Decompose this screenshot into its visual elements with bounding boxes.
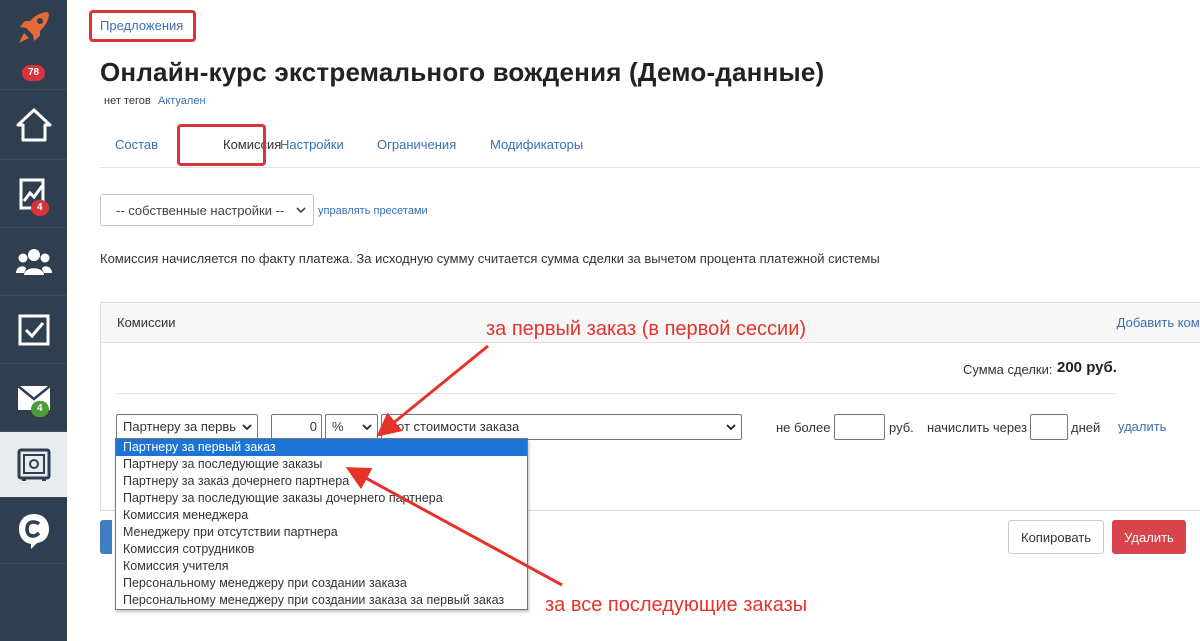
add-commission-link[interactable]: Добавить комиссию: [1117, 315, 1200, 330]
home-icon: [16, 108, 51, 141]
sidebar: 78 4 4: [0, 0, 67, 641]
breadcrumb-link[interactable]: Предложения: [100, 18, 183, 33]
tab-restrictions[interactable]: Ограничения: [377, 137, 456, 152]
commission-base-select[interactable]: от стоимости заказа: [381, 414, 742, 440]
status-link[interactable]: Актуален: [158, 95, 206, 107]
dropdown-option[interactable]: Партнеру за первый заказ: [116, 439, 527, 456]
tags-label: нет тегов: [104, 95, 151, 107]
chevron-down-icon: [296, 207, 306, 214]
commission-type-dropdown[interactable]: Партнеру за первый заказ Партнеру за пос…: [115, 438, 528, 610]
copy-button[interactable]: Копировать: [1008, 520, 1104, 554]
sidebar-item-chat[interactable]: [0, 498, 67, 564]
preset-select-value: -- собственные настройки --: [116, 203, 285, 218]
delete-button[interactable]: Удалить: [1112, 520, 1186, 554]
rocket-icon: [18, 12, 49, 43]
commission-note: Комиссия начисляется по факту платежа. З…: [100, 251, 880, 266]
currency-label: руб.: [889, 420, 914, 435]
commission-unit-select[interactable]: %: [325, 414, 378, 440]
dropdown-option[interactable]: Комиссия менеджера: [116, 507, 527, 524]
chevron-down-icon: [362, 424, 372, 431]
delete-commission-link[interactable]: удалить: [1118, 419, 1166, 434]
save-button[interactable]: [100, 520, 112, 554]
dropdown-option[interactable]: Комиссия сотрудников: [116, 541, 527, 558]
tab-settings[interactable]: Настройки: [280, 137, 344, 152]
stats-badge: 4: [31, 200, 49, 216]
dropdown-option[interactable]: Партнеру за последующие заказы: [116, 456, 527, 473]
sidebar-item-home[interactable]: [0, 90, 67, 160]
annotation-first-order: за первый заказ (в первой сессии): [486, 318, 807, 340]
commissions-title: Комиссии: [117, 315, 176, 330]
commission-amount-input[interactable]: 0: [271, 414, 322, 440]
sidebar-item-sales[interactable]: [0, 432, 67, 498]
annotation-subsequent-orders: за все последующие заказы: [545, 594, 808, 616]
checkbox-icon: [18, 314, 49, 345]
users-icon: [15, 248, 52, 275]
commission-type-select[interactable]: Партнеру за первь: [116, 414, 258, 440]
sidebar-item-mail[interactable]: 4: [0, 364, 67, 432]
chevron-down-icon: [242, 424, 252, 431]
tab-modifiers[interactable]: Модификаторы: [490, 137, 583, 152]
dropdown-option[interactable]: Менеджеру при отсутствии партнера: [116, 524, 527, 541]
max-label: не более: [776, 420, 831, 435]
sidebar-item-stats[interactable]: 4: [0, 160, 67, 228]
chevron-down-icon: [726, 424, 736, 431]
sidebar-item-users[interactable]: [0, 228, 67, 296]
deal-sum-label: Сумма сделки:: [963, 362, 1053, 377]
dropdown-option[interactable]: Партнеру за последующие заказы дочернего…: [116, 490, 527, 507]
commission-type-value: Партнеру за первь: [123, 419, 237, 434]
chat-logo-icon: [18, 513, 49, 549]
deal-sum-value: 200 руб.: [1057, 359, 1117, 376]
dropdown-option[interactable]: Персональному менеджеру при создании зак…: [116, 575, 527, 592]
max-amount-input[interactable]: [834, 414, 885, 440]
tab-composition[interactable]: Состав: [115, 137, 158, 152]
safe-icon: [17, 448, 50, 481]
commission-unit-value: %: [332, 419, 344, 434]
dropdown-option[interactable]: Персональному менеджеру при создании зак…: [116, 592, 527, 609]
sidebar-item-rocket[interactable]: [0, 0, 67, 56]
sidebar-badge-row: 78: [0, 56, 67, 90]
delay-label: начислить через: [927, 420, 1027, 435]
manage-presets-link[interactable]: управлять пресетами: [318, 205, 428, 217]
notification-badge: 78: [21, 64, 46, 81]
dropdown-option[interactable]: Комиссия учителя: [116, 558, 527, 575]
sidebar-item-tasks[interactable]: [0, 296, 67, 364]
days-label: дней: [1071, 420, 1101, 435]
mail-badge: 4: [31, 401, 49, 417]
page-title: Онлайн-курс экстремального вождения (Дем…: [100, 57, 825, 87]
preset-select[interactable]: -- собственные настройки --: [100, 194, 314, 226]
commission-base-value: от стоимости заказа: [397, 419, 520, 434]
delay-days-input[interactable]: [1030, 414, 1068, 440]
dropdown-option[interactable]: Партнеру за заказ дочернего партнера: [116, 473, 527, 490]
divider: [116, 393, 1117, 394]
tab-highlight: [177, 124, 266, 166]
